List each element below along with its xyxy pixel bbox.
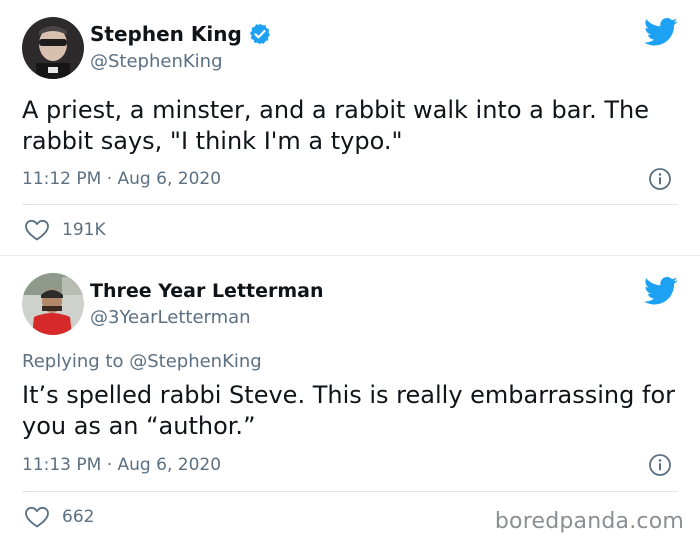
verified-badge-icon (248, 22, 272, 46)
author-row: Three Year Letterman (90, 279, 324, 303)
avatar[interactable] (22, 273, 84, 335)
info-icon[interactable] (648, 167, 672, 191)
heart-icon (24, 218, 50, 242)
avatar[interactable] (22, 17, 84, 79)
heart-icon (24, 505, 50, 529)
tweet-stephen-king: Stephen King @StephenKing A priest, a mi… (0, 0, 700, 256)
divider (22, 204, 678, 205)
tweet-timestamp[interactable]: 11:13 PM · Aug 6, 2020 (22, 454, 221, 476)
author-handle[interactable]: @StephenKing (90, 51, 223, 73)
author-handle[interactable]: @3YearLetterman (90, 307, 251, 329)
like-button[interactable]: 662 (24, 505, 94, 529)
replying-label: Replying to (22, 351, 124, 372)
divider (22, 491, 678, 492)
twitter-bird-icon[interactable] (644, 17, 678, 47)
replying-mention[interactable]: @StephenKing (129, 351, 262, 372)
info-icon[interactable] (648, 453, 672, 477)
screenshot: Stephen King @StephenKing A priest, a mi… (0, 0, 700, 544)
twitter-bird-icon[interactable] (644, 276, 678, 306)
replying-to-line: Replying to @StephenKing (22, 351, 262, 372)
like-count: 191K (62, 220, 106, 240)
tweet-text: A priest, a minster, and a rabbit walk i… (22, 96, 649, 155)
author-name[interactable]: Three Year Letterman (90, 279, 324, 303)
tweet-three-year-letterman: Three Year Letterman @3YearLetterman Rep… (0, 256, 700, 544)
author-row: Stephen King (90, 22, 272, 46)
tweet-text: It’s spelled rabbi Steve. This is really… (22, 381, 676, 440)
like-count: 662 (62, 507, 95, 527)
watermark: boredpanda.com (494, 509, 684, 534)
author-name[interactable]: Stephen King (90, 22, 242, 46)
tweet-timestamp[interactable]: 11:12 PM · Aug 6, 2020 (22, 168, 221, 190)
like-button[interactable]: 191K (24, 218, 106, 242)
